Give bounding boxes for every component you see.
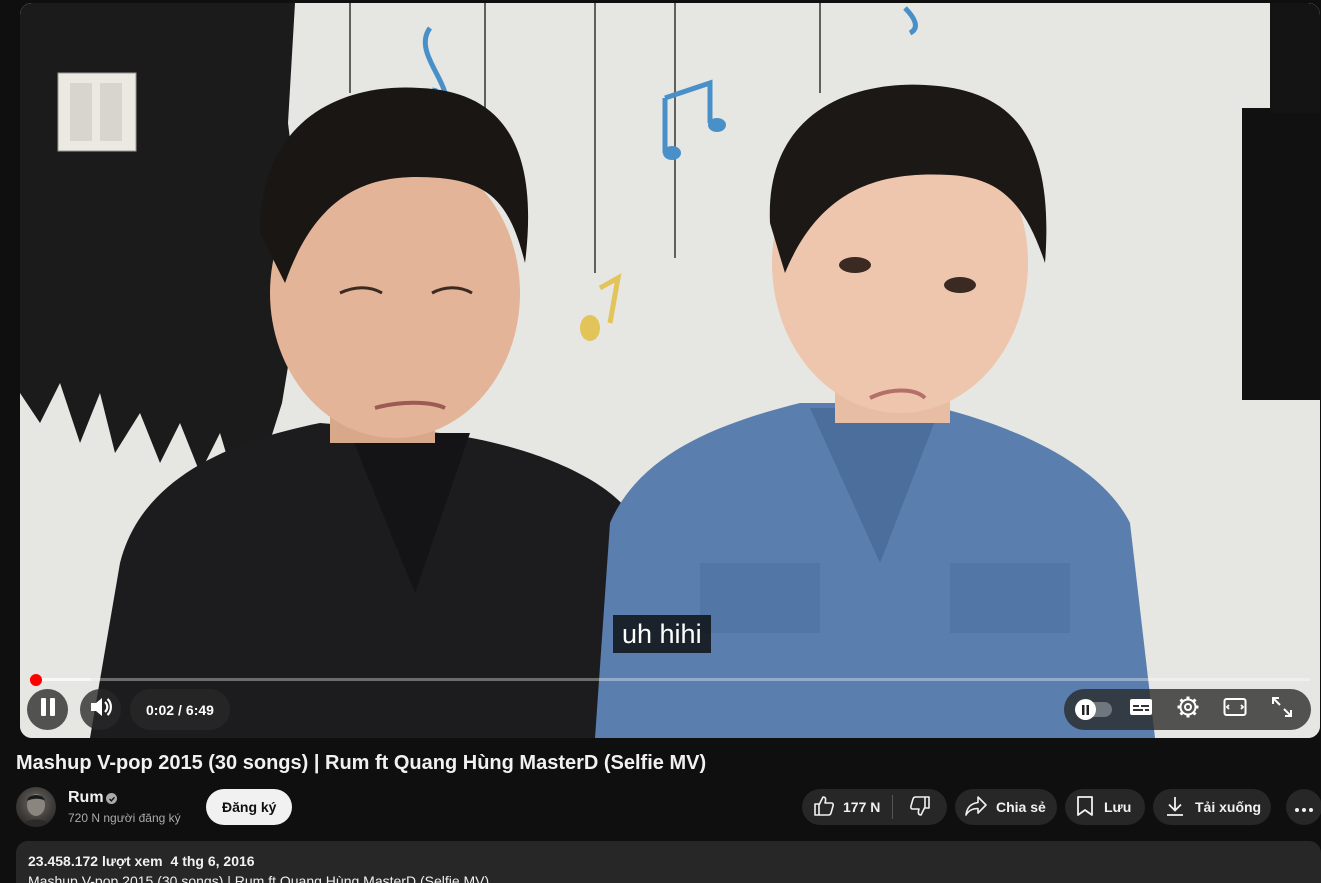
subscribe-button[interactable]: Đăng ký xyxy=(206,789,293,825)
progress-scrubber[interactable] xyxy=(30,674,43,686)
progress-bar[interactable] xyxy=(30,674,1310,686)
share-button[interactable]: Chia sẻ xyxy=(955,789,1057,825)
time-display: 0:02 / 6:49 xyxy=(130,689,230,730)
thumbs-down-icon xyxy=(909,795,931,820)
download-icon xyxy=(1164,795,1186,820)
time-separator: / xyxy=(178,701,182,718)
download-label: Tải xuống xyxy=(1195,799,1262,815)
volume-button[interactable] xyxy=(80,689,121,730)
more-horizontal-icon xyxy=(1295,799,1313,815)
gear-icon xyxy=(1176,695,1200,724)
fullscreen-button[interactable] xyxy=(1264,692,1300,728)
video-title: Mashup V-pop 2015 (30 songs) | Rum ft Qu… xyxy=(16,752,707,774)
autoplay-toggle-track xyxy=(1074,699,1112,720)
like-count: 177 N xyxy=(843,799,881,815)
pause-icon xyxy=(40,698,56,721)
like-button[interactable]: 177 N xyxy=(802,789,892,825)
progress-track xyxy=(30,678,1310,681)
subtitle-caption: uh hihi xyxy=(613,615,711,653)
view-count: 23.458.172 lượt xem xyxy=(28,853,163,869)
thumbs-up-icon xyxy=(813,795,835,820)
channel-avatar[interactable] xyxy=(16,787,56,827)
description-meta: 23.458.172 lượt xem 4 thg 6, 2016 xyxy=(28,853,1309,869)
fullscreen-icon xyxy=(1271,696,1293,723)
description-text: Mashup V-pop 2015 (30 songs) | Rum ft Qu… xyxy=(28,873,490,883)
save-label: Lưu xyxy=(1104,799,1132,815)
volume-icon xyxy=(89,696,113,723)
watch-page: uh hihi 0:02 / 6:49 Mashup V-pop 2015 (3… xyxy=(0,0,1321,883)
player-right-controls xyxy=(1064,689,1311,730)
description-box[interactable]: 23.458.172 lượt xem 4 thg 6, 2016 Mashup… xyxy=(16,841,1321,883)
share-icon xyxy=(964,795,988,820)
time-current: 0:02 xyxy=(146,701,175,718)
channel-name[interactable]: Rum xyxy=(68,789,104,807)
video-player[interactable]: uh hihi 0:02 / 6:49 xyxy=(20,3,1320,738)
dislike-button[interactable] xyxy=(893,789,947,825)
time-total: 6:49 xyxy=(185,701,214,718)
theater-mode-icon xyxy=(1223,697,1247,722)
subtitles-icon xyxy=(1129,697,1153,722)
like-dislike-group: 177 N xyxy=(802,789,947,825)
save-button[interactable]: Lưu xyxy=(1065,789,1145,825)
channel-actions-row: Rum 720 N người đăng ký Đăng ký 177 N Ch… xyxy=(16,786,1321,828)
bookmark-icon xyxy=(1075,795,1095,820)
more-actions-button[interactable] xyxy=(1286,789,1321,825)
settings-button[interactable] xyxy=(1170,692,1206,728)
autoplay-toggle[interactable] xyxy=(1074,692,1112,728)
upload-date: 4 thg 6, 2016 xyxy=(170,853,255,869)
autoplay-toggle-icon xyxy=(1074,699,1096,720)
subscriber-count: 720 N người đăng ký xyxy=(68,811,181,825)
theater-mode-button[interactable] xyxy=(1217,692,1253,728)
subtitles-button[interactable] xyxy=(1123,692,1159,728)
download-button[interactable]: Tải xuống xyxy=(1153,789,1271,825)
pause-button[interactable] xyxy=(27,689,68,730)
share-label: Chia sẻ xyxy=(996,799,1046,815)
verified-icon xyxy=(106,793,117,804)
